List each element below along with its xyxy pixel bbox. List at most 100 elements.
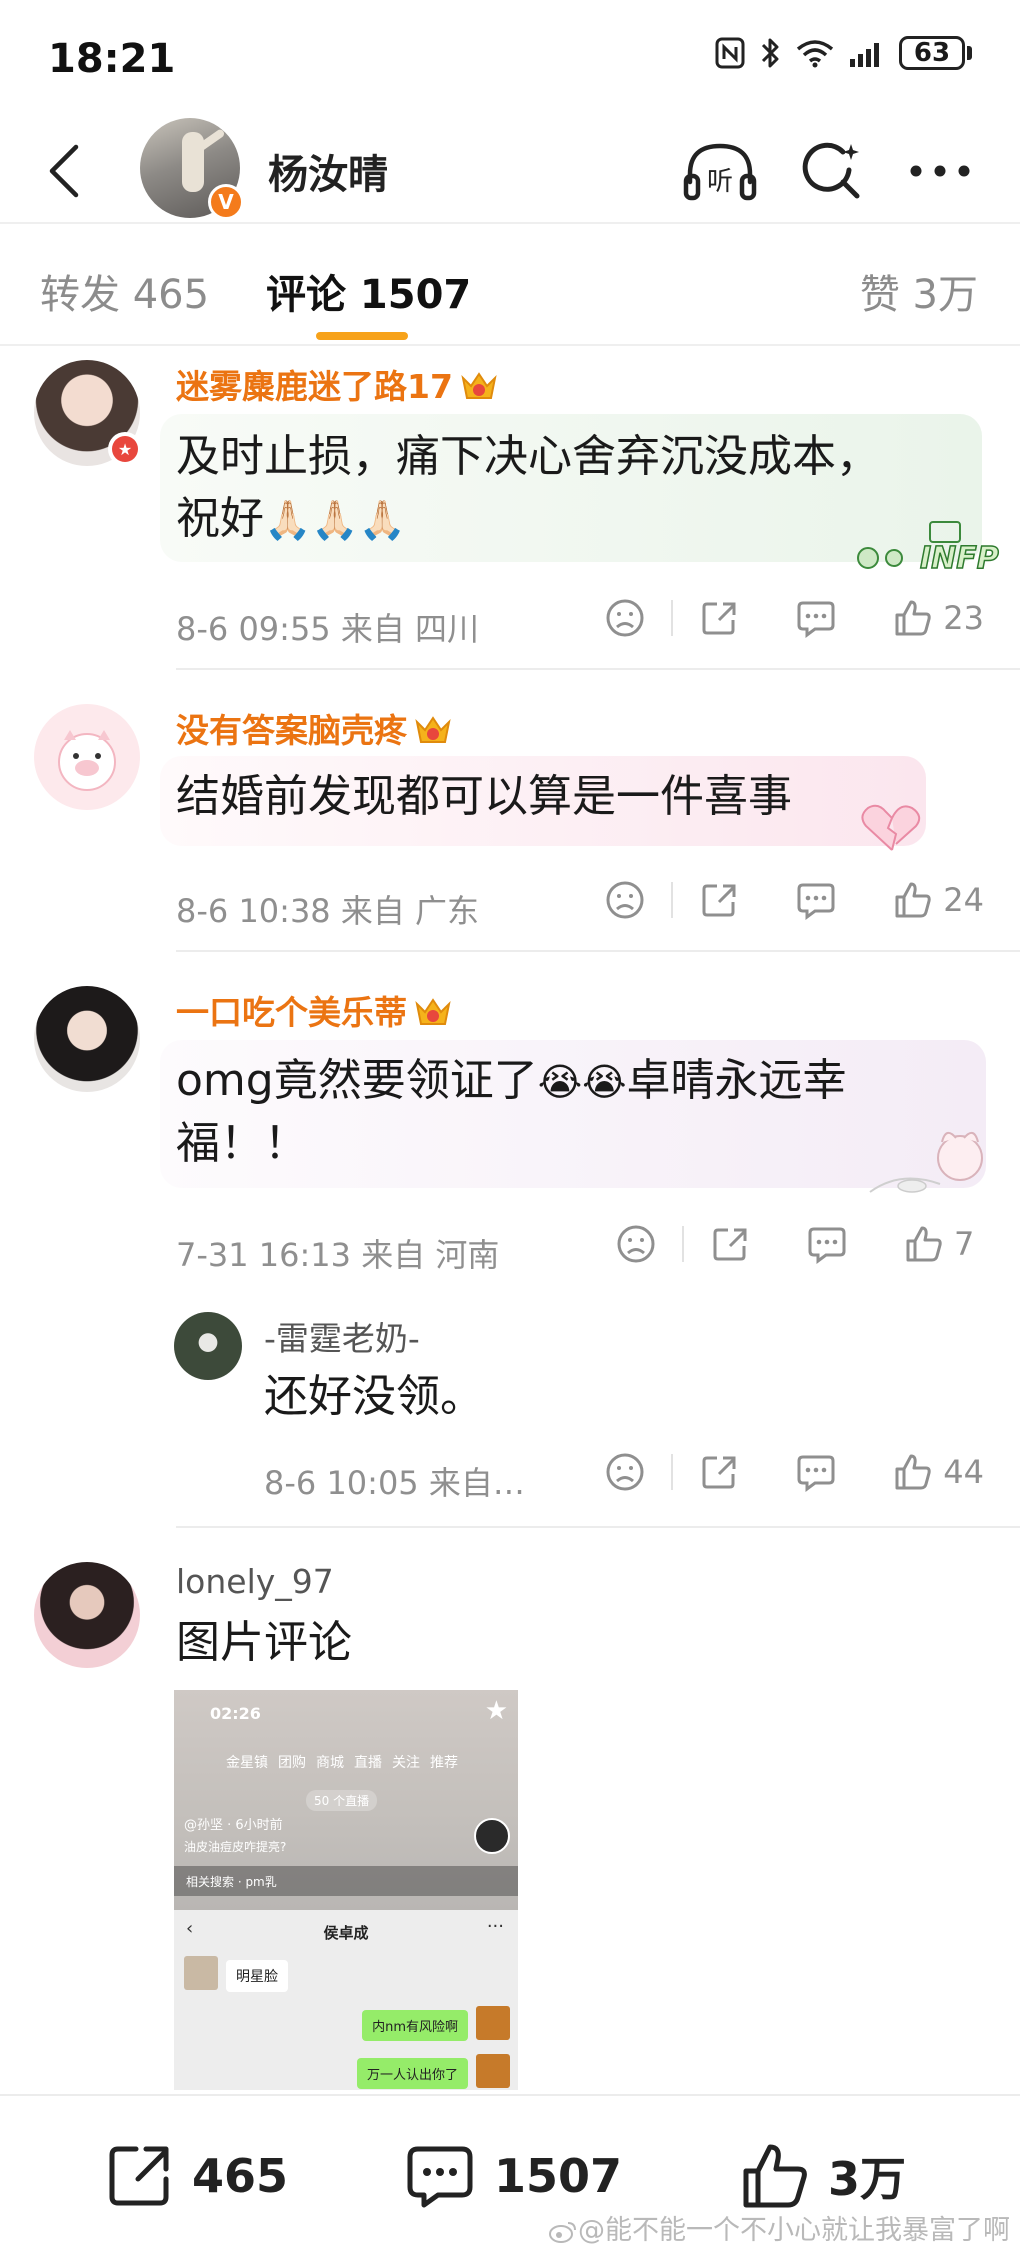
image-live-badge: 50 个直播: [306, 1790, 378, 1811]
vip-badge-icon: ★: [108, 432, 142, 466]
battery-icon: 63: [899, 36, 972, 70]
comment-meta: 8-6 10:38 来自 广东: [176, 892, 480, 930]
like-button[interactable]: 24: [893, 880, 984, 920]
reply-button[interactable]: [795, 880, 837, 920]
divider: [176, 668, 1020, 670]
comment-text: omg竟然要领证了😭😭卓晴永远幸 福！！: [176, 1055, 847, 1169]
like-button[interactable]: 23: [893, 598, 984, 638]
comment-meta: 8-6 09:55 来自 四川: [176, 610, 480, 648]
frown-face-icon: [606, 599, 644, 637]
header-avatar[interactable]: V: [140, 118, 244, 220]
dislike-button[interactable]: [605, 598, 645, 638]
active-tab-indicator: [316, 332, 408, 340]
watermark: @能不能一个不小心就让我暴富了啊: [548, 2208, 1010, 2247]
reply-author[interactable]: -雷霆老奶-: [264, 1312, 420, 1360]
comment-author[interactable]: 一口吃个美乐蒂: [176, 986, 453, 1034]
dislike-button[interactable]: [605, 1452, 645, 1492]
share-icon: [109, 2146, 169, 2206]
avatar[interactable]: [34, 704, 140, 810]
thumbs-up-icon: [906, 1226, 942, 1262]
reply-button[interactable]: [806, 1224, 848, 1264]
comment-author[interactable]: 迷雾麋鹿迷了路17: [176, 360, 499, 408]
comment-image[interactable]: 02:26 ★ 金星镇 团购 商城 直播 关注 推荐 50 个直播 @孙坚 · 6小时前 …: [174, 1690, 518, 2090]
image-chat-title: 侯卓成: [323, 1924, 369, 1942]
heart-sticker: [852, 800, 932, 860]
pig-avatar-icon: [58, 730, 116, 791]
ai-search-icon: [802, 142, 860, 199]
comment-text: 及时止损，痛下决心舍弃沉没成本， 祝好🙏🏻🙏🏻🙏🏻: [176, 431, 880, 544]
share-icon: [702, 884, 736, 917]
image-msg-left: 明星脸: [226, 1960, 288, 1992]
share-button[interactable]: [699, 880, 739, 920]
crown-icon: [415, 715, 451, 743]
comment-icon: [797, 601, 835, 638]
crying-emoji: 😭😭: [537, 1060, 627, 1104]
comment-author[interactable]: lonely_97: [176, 1562, 334, 1601]
tab-comment[interactable]: 评论 1507: [266, 262, 471, 320]
like-count: 7: [954, 1225, 975, 1263]
crown-icon: [415, 997, 451, 1025]
reply-meta: 8-6 10:05 来自…: [264, 1464, 525, 1502]
comment-icon: [797, 1455, 835, 1492]
thumbs-up-icon: [743, 2144, 807, 2208]
image-chat-section: ‹ 侯卓成 ··· 明星脸 内nm有风险啊 万一人认出你了: [174, 1910, 518, 2090]
image-avatar: [474, 1818, 510, 1854]
dislike-button[interactable]: [616, 1224, 656, 1264]
weibo-logo-icon: [549, 2221, 576, 2243]
listen-label: 听: [707, 167, 733, 197]
comment-actions: 7: [616, 1224, 984, 1264]
back-button[interactable]: [34, 136, 94, 206]
repost-count: 465: [192, 2149, 289, 2203]
tab-bar: 转发 465 评论 1507 赞 3万: [0, 226, 1020, 346]
image-msg-right: 万一人认出你了: [356, 2058, 468, 2089]
comment-button[interactable]: 1507: [404, 2136, 622, 2216]
melody-sticker-icon: [869, 1131, 983, 1193]
search-button[interactable]: [792, 134, 872, 208]
image-user: @孙坚 · 6小时前: [184, 1818, 283, 1833]
share-button[interactable]: [699, 598, 739, 638]
image-top-section: 02:26 ★ 金星镇 团购 商城 直播 关注 推荐 50 个直播 @孙坚 · 6小时前 …: [174, 1690, 518, 1910]
comment-text: 结婚前发现都可以算是一件喜事: [176, 771, 792, 822]
divider: [176, 950, 1020, 952]
status-icons: 63: [715, 36, 972, 70]
avatar[interactable]: [34, 1562, 140, 1668]
frown-face-icon: [617, 1225, 655, 1263]
avatar[interactable]: [34, 986, 140, 1092]
like-button[interactable]: 7: [904, 1224, 984, 1264]
listen-button[interactable]: 听: [680, 134, 760, 208]
share-button[interactable]: [710, 1224, 750, 1264]
reply-text: 还好没领。: [264, 1371, 484, 1422]
status-bar: 18:21 63: [0, 0, 1020, 118]
dislike-button[interactable]: [605, 880, 645, 920]
comment-icon: [407, 2146, 473, 2208]
thumbs-up-icon: [895, 882, 931, 918]
comment-actions: 24: [605, 880, 984, 920]
praying-hands-emoji: 🙏🏻🙏🏻🙏🏻: [264, 498, 406, 542]
image-desc: 油皮油痘皮咋提亮?: [184, 1840, 287, 1854]
tab-like[interactable]: 赞 3万: [860, 262, 978, 320]
like-button[interactable]: 44: [893, 1452, 984, 1492]
comment-text: 图片评论: [176, 1617, 352, 1668]
tab-repost[interactable]: 转发 465: [40, 262, 209, 320]
more-button[interactable]: [900, 134, 980, 208]
repost-button[interactable]: 465: [104, 2136, 288, 2216]
signal-icon: [849, 39, 885, 67]
header-user-name[interactable]: 杨汝晴: [268, 142, 388, 200]
comment-author[interactable]: 没有答案脑壳疼: [176, 704, 453, 752]
frown-face-icon: [606, 1453, 644, 1491]
comment-icon: [808, 1227, 846, 1264]
reply-button[interactable]: [795, 1452, 837, 1492]
share-icon: [702, 602, 736, 635]
share-button[interactable]: [699, 1452, 739, 1492]
share-icon: [713, 1228, 747, 1261]
verified-badge: V: [208, 184, 244, 220]
bluetooth-icon: [759, 36, 781, 70]
like-count: 23: [943, 599, 984, 637]
crown-icon: [461, 371, 497, 399]
reply-button[interactable]: [795, 598, 837, 638]
avatar[interactable]: [174, 1312, 242, 1380]
comment-count: 1507: [494, 2149, 623, 2203]
chevron-left-icon: [49, 144, 79, 198]
header: V 杨汝晴 听: [0, 118, 1020, 224]
like-button[interactable]: 3万: [740, 2136, 906, 2216]
